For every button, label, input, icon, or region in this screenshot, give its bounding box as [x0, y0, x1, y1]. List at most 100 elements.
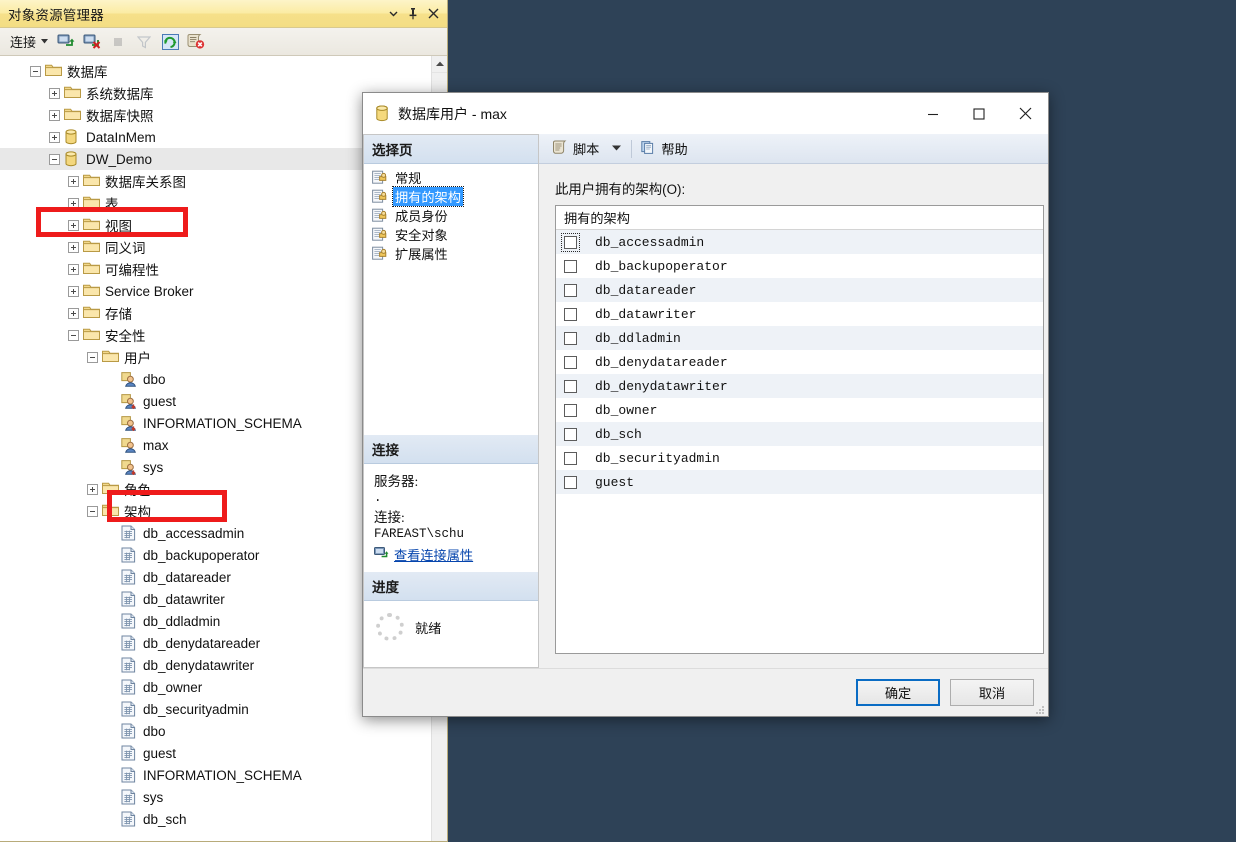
tree-node-label: 用户: [124, 351, 151, 366]
close-button[interactable]: [1002, 94, 1048, 134]
schema-row[interactable]: db_accessadmin: [556, 230, 1043, 254]
schema-row[interactable]: db_denydatareader: [556, 350, 1043, 374]
select-page-item[interactable]: 常规: [370, 168, 538, 187]
ok-button[interactable]: 确定: [856, 679, 940, 706]
tree-node[interactable]: sys: [0, 786, 431, 808]
dropdown-icon[interactable]: [383, 4, 403, 24]
schema-row-label: db_securityadmin: [595, 450, 720, 466]
user-disabled-icon: [121, 415, 138, 432]
schema-row[interactable]: db_datareader: [556, 278, 1043, 302]
scroll-up-button[interactable]: [432, 56, 447, 73]
tree-node-label: 架构: [124, 505, 151, 520]
remove-connection-icon[interactable]: [184, 30, 208, 54]
refresh-icon[interactable]: [158, 30, 182, 54]
resize-grip-icon[interactable]: [1033, 702, 1045, 714]
owned-schemas-column-header: 拥有的架构: [556, 206, 1043, 230]
schema-checkbox[interactable]: [564, 403, 577, 417]
schema-row[interactable]: db_backupoperator: [556, 254, 1043, 278]
schema-checkbox[interactable]: [561, 232, 580, 252]
maximize-button[interactable]: [956, 94, 1002, 134]
tree-node[interactable]: dbo: [0, 720, 431, 742]
schema-checkbox[interactable]: [564, 355, 577, 369]
expand-icon[interactable]: [68, 307, 79, 319]
folder-icon: [83, 195, 100, 211]
collapse-icon[interactable]: [87, 505, 98, 517]
close-icon[interactable]: [423, 4, 443, 24]
schema-row[interactable]: guest: [556, 470, 1043, 494]
collapse-icon[interactable]: [68, 329, 79, 341]
select-page-item[interactable]: 安全对象: [370, 225, 538, 244]
tree-node[interactable]: guest: [0, 742, 431, 764]
schema-checkbox[interactable]: [564, 331, 577, 345]
connect-icon[interactable]: [54, 30, 78, 54]
minimize-button[interactable]: [910, 94, 956, 134]
expand-icon[interactable]: [68, 175, 79, 187]
expand-icon[interactable]: [49, 109, 60, 121]
user-icon: [121, 371, 138, 387]
expand-icon[interactable]: [87, 483, 98, 495]
expand-icon[interactable]: [68, 197, 79, 209]
schema-icon: [121, 569, 138, 585]
collapse-icon[interactable]: [30, 65, 41, 77]
expand-icon[interactable]: [49, 87, 60, 99]
view-connection-properties-link[interactable]: 查看连接属性: [374, 545, 538, 564]
cancel-button[interactable]: 取消: [950, 679, 1034, 706]
schema-row-label: guest: [595, 474, 635, 490]
tree-node-spacer: [106, 616, 117, 627]
expand-icon[interactable]: [68, 263, 79, 275]
progress-info: 就绪: [364, 601, 538, 641]
expand-icon[interactable]: [49, 131, 60, 143]
progress-status: 就绪: [415, 620, 442, 636]
disconnect-icon[interactable]: [80, 30, 104, 54]
owned-schemas-rows[interactable]: db_accessadmin db_backupoperator db_datare…: [556, 230, 1043, 653]
tree-node-label: db_denydatawriter: [143, 657, 255, 673]
select-page-item-label: 常规: [395, 171, 422, 186]
select-page-item[interactable]: 拥有的架构: [370, 186, 538, 207]
schema-checkbox[interactable]: [564, 475, 577, 489]
script-button-label: 脚本: [573, 142, 600, 157]
schema-row-label: db_backupoperator: [595, 258, 728, 274]
connect-button-label: 连接: [10, 35, 37, 50]
schema-icon: [121, 525, 138, 541]
schema-row[interactable]: db_securityadmin: [556, 446, 1043, 470]
schema-row[interactable]: db_datawriter: [556, 302, 1043, 326]
schema-icon: [121, 613, 138, 629]
schema-checkbox[interactable]: [564, 379, 577, 393]
select-page-list[interactable]: 常规 拥有的架构 成员身份 安全对象 扩展属性: [364, 164, 538, 263]
tree-node-spacer: [106, 462, 117, 473]
help-button[interactable]: 帮助: [636, 136, 692, 161]
collapse-icon[interactable]: [49, 153, 60, 165]
schema-checkbox[interactable]: [564, 283, 577, 297]
tree-node-label: dbo: [143, 371, 166, 387]
tree-node-spacer: [106, 792, 117, 803]
schema-checkbox[interactable]: [564, 307, 577, 321]
expand-icon[interactable]: [68, 285, 79, 297]
schema-checkbox[interactable]: [564, 259, 577, 273]
script-dropdown-button[interactable]: [606, 141, 627, 156]
schema-row[interactable]: db_denydatawriter: [556, 374, 1043, 398]
script-button[interactable]: 脚本: [547, 136, 604, 161]
collapse-icon[interactable]: [87, 351, 98, 363]
schema-icon: [121, 635, 138, 651]
tree-node-label: DW_Demo: [86, 151, 153, 167]
schema-checkbox[interactable]: [564, 427, 577, 441]
tree-node[interactable]: db_sch: [0, 808, 431, 830]
select-page-item[interactable]: 扩展属性: [370, 244, 538, 263]
schema-row[interactable]: db_owner: [556, 398, 1043, 422]
expand-icon[interactable]: [68, 219, 79, 231]
schema-icon: [121, 789, 138, 805]
tree-node[interactable]: INFORMATION_SCHEMA: [0, 764, 431, 786]
select-page-item[interactable]: 成员身份: [370, 206, 538, 225]
schema-row-label: db_datawriter: [595, 306, 697, 322]
schema-row[interactable]: db_ddladmin: [556, 326, 1043, 350]
schema-row[interactable]: db_sch: [556, 422, 1043, 446]
tree-node-label: 系统数据库: [86, 87, 154, 102]
pin-icon[interactable]: [403, 4, 423, 24]
owned-schemas-listbox[interactable]: 拥有的架构 db_accessadmin db_backupoperator db_…: [555, 205, 1044, 654]
server-label: 服务器:: [374, 474, 419, 489]
schema-checkbox[interactable]: [564, 451, 577, 465]
tree-node[interactable]: 数据库: [0, 60, 431, 82]
connect-button[interactable]: 连接: [4, 30, 52, 53]
folder-icon: [83, 305, 100, 321]
expand-icon[interactable]: [68, 241, 79, 253]
